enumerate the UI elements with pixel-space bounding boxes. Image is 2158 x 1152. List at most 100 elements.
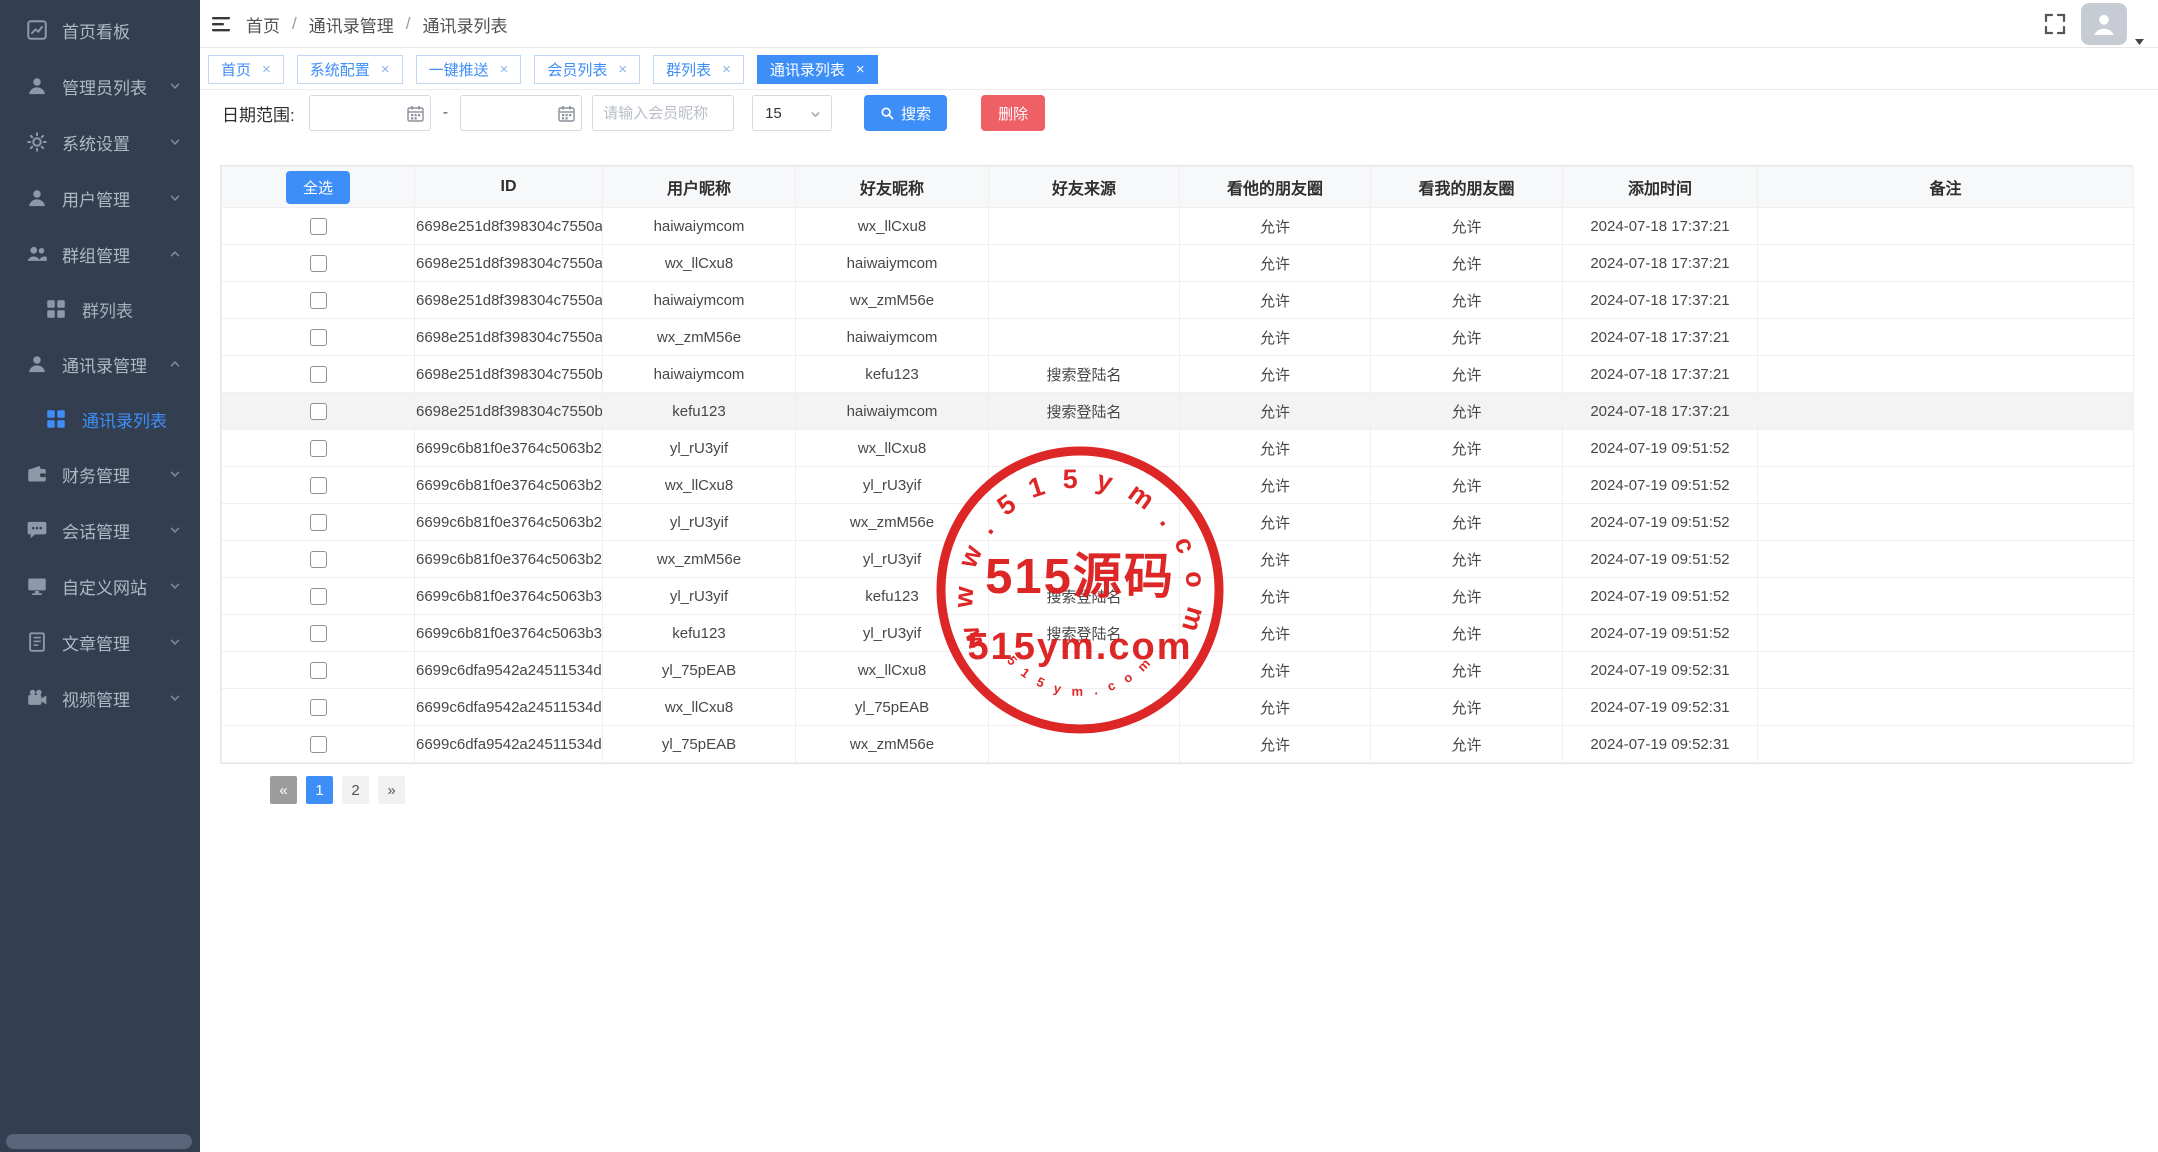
sidebar-item-label: 视频管理	[62, 690, 130, 710]
pagination-page-2[interactable]: 2	[342, 776, 369, 804]
table-cell	[1757, 725, 2134, 763]
avatar[interactable]	[2081, 3, 2127, 45]
search-button[interactable]: 搜索	[864, 95, 948, 131]
calendar-icon[interactable]	[558, 105, 575, 122]
sidebar-item-video-management[interactable]: 视频管理	[0, 670, 200, 726]
row-checkbox[interactable]	[309, 328, 327, 346]
chart-icon	[27, 20, 47, 40]
tab-close-icon[interactable]: ×	[381, 62, 390, 77]
filter-bar: 日期范围: - 15 搜索 删除	[200, 90, 2158, 136]
table-cell: yl_rU3yif	[795, 614, 989, 652]
tab-系统配置[interactable]: 系统配置 ×	[296, 54, 403, 84]
page-size-select[interactable]: 15	[752, 95, 833, 131]
table-row: 6699c6dfa9542a24511534d8 wx_llCxu8 yl_75pE…	[221, 688, 2134, 726]
tab-通讯录列表[interactable]: 通讯录列表 ×	[756, 54, 878, 84]
breadcrumb-item[interactable]: 首页	[246, 12, 280, 37]
date-from-input[interactable]	[308, 95, 431, 131]
tab-close-icon[interactable]: ×	[500, 62, 509, 77]
tab-会员列表[interactable]: 会员列表 ×	[534, 54, 641, 84]
breadcrumb-item[interactable]: 通讯录管理	[309, 12, 394, 37]
select-all-button[interactable]: 全选	[286, 170, 350, 204]
table-cell	[988, 725, 1180, 763]
sidebar-item-label: 用户管理	[62, 190, 130, 210]
sidebar-item-system-settings[interactable]: 系统设置	[0, 114, 200, 170]
table-row: 6699c6b81f0e3764c5063b36 kefu123 yl_rU3yif…	[221, 614, 2134, 652]
row-checkbox[interactable]	[309, 439, 327, 457]
sidebar-item-user-management[interactable]: 用户管理	[0, 170, 200, 226]
sidebar-item-label: 群列表	[82, 301, 133, 321]
tab-close-icon[interactable]: ×	[722, 62, 731, 77]
table-row: 6699c6b81f0e3764c5063b28 wx_llCxu8 yl_rU3y…	[221, 466, 2134, 504]
table-cell	[988, 318, 1180, 356]
table-cell	[1757, 466, 2134, 504]
table-cell	[1757, 355, 2134, 393]
date-range-separator: -	[442, 104, 449, 121]
sidebar-item-group-list[interactable]: 群列表	[0, 282, 200, 336]
row-checkbox[interactable]	[309, 698, 327, 716]
table-cell: 6699c6b81f0e3764c5063b28	[414, 466, 603, 504]
sidebar-item-contacts-list[interactable]: 通讯录列表	[0, 392, 200, 446]
column-header: 好友来源	[988, 166, 1180, 208]
tab-群列表[interactable]: 群列表 ×	[653, 54, 744, 84]
table-cell: wx_llCxu8	[602, 466, 796, 504]
chevron-up-icon	[168, 247, 182, 261]
pagination-next[interactable]: »	[378, 776, 405, 804]
grid-icon	[46, 409, 66, 429]
sidebar-item-session-management[interactable]: 会话管理	[0, 502, 200, 558]
tab-close-icon[interactable]: ×	[618, 62, 627, 77]
sidebar-horizontal-scrollbar[interactable]	[6, 1134, 192, 1149]
table-cell: 6698e251d8f398304c7550a8	[414, 244, 603, 282]
row-checkbox[interactable]	[309, 513, 327, 531]
sidebar-item-article-management[interactable]: 文章管理	[0, 614, 200, 670]
avatar-dropdown-caret-icon[interactable]	[2135, 32, 2144, 45]
row-checkbox[interactable]	[309, 624, 327, 642]
chevron-down-icon	[168, 135, 182, 149]
row-checkbox[interactable]	[309, 661, 327, 679]
table-cell: 允许	[1179, 244, 1371, 282]
row-checkbox[interactable]	[309, 291, 327, 309]
pagination-prev[interactable]: «	[270, 776, 297, 804]
row-checkbox[interactable]	[309, 217, 327, 235]
table-row: 6699c6b81f0e3764c5063b2e yl_rU3yif wx_zmM5…	[221, 503, 2134, 541]
table-cell: 允许	[1179, 651, 1371, 689]
row-checkbox[interactable]	[309, 402, 327, 420]
table-cell	[1757, 614, 2134, 652]
table-cell: 允许	[1370, 540, 1563, 578]
sidebar-item-custom-website[interactable]: 自定义网站	[0, 558, 200, 614]
tab-close-icon[interactable]: ×	[262, 62, 271, 77]
row-checkbox[interactable]	[309, 587, 327, 605]
pagination-page-1[interactable]: 1	[306, 776, 333, 804]
fullscreen-icon[interactable]	[2043, 12, 2067, 36]
breadcrumb-separator: /	[405, 14, 411, 33]
tab-一键推送[interactable]: 一键推送 ×	[415, 54, 522, 84]
sidebar-item-contacts-management[interactable]: 通讯录管理	[0, 336, 200, 392]
table-cell: 允许	[1179, 466, 1371, 504]
menu-toggle-icon[interactable]	[210, 13, 232, 35]
delete-button[interactable]: 删除	[981, 95, 1046, 131]
sidebar-menu: 首页看板 管理员列表 系统设置 用户管理 群组管理 群列表 通讯录管理 通讯录列…	[0, 0, 200, 726]
sidebar-item-admin-list[interactable]: 管理员列表	[0, 58, 200, 114]
date-to-input[interactable]	[460, 95, 583, 131]
row-checkbox[interactable]	[309, 735, 327, 753]
table-cell: yl_rU3yif	[602, 503, 796, 541]
breadcrumb-item[interactable]: 通讯录列表	[422, 12, 507, 37]
tab-首页[interactable]: 首页 ×	[208, 54, 284, 84]
row-checkbox[interactable]	[309, 550, 327, 568]
sidebar-item-finance-management[interactable]: 财务管理	[0, 446, 200, 502]
table-cell: wx_zmM56e	[795, 725, 989, 763]
nickname-search-input[interactable]	[592, 95, 735, 131]
video-icon	[27, 688, 47, 708]
calendar-icon[interactable]	[407, 105, 424, 122]
table-cell: 6699c6dfa9542a24511534d8	[414, 688, 603, 726]
row-checkbox[interactable]	[309, 476, 327, 494]
column-header: 添加时间	[1562, 166, 1758, 208]
row-checkbox[interactable]	[309, 365, 327, 383]
table-cell: wx_llCxu8	[602, 688, 796, 726]
row-checkbox[interactable]	[309, 254, 327, 272]
table-cell: 允许	[1179, 503, 1371, 541]
sidebar-item-home-dashboard[interactable]: 首页看板	[0, 2, 200, 58]
tab-close-icon[interactable]: ×	[856, 62, 865, 77]
table-cell: 搜索登陆名	[988, 392, 1180, 430]
table-cell: 搜索登陆名	[988, 614, 1180, 652]
sidebar-item-group-management[interactable]: 群组管理	[0, 226, 200, 282]
